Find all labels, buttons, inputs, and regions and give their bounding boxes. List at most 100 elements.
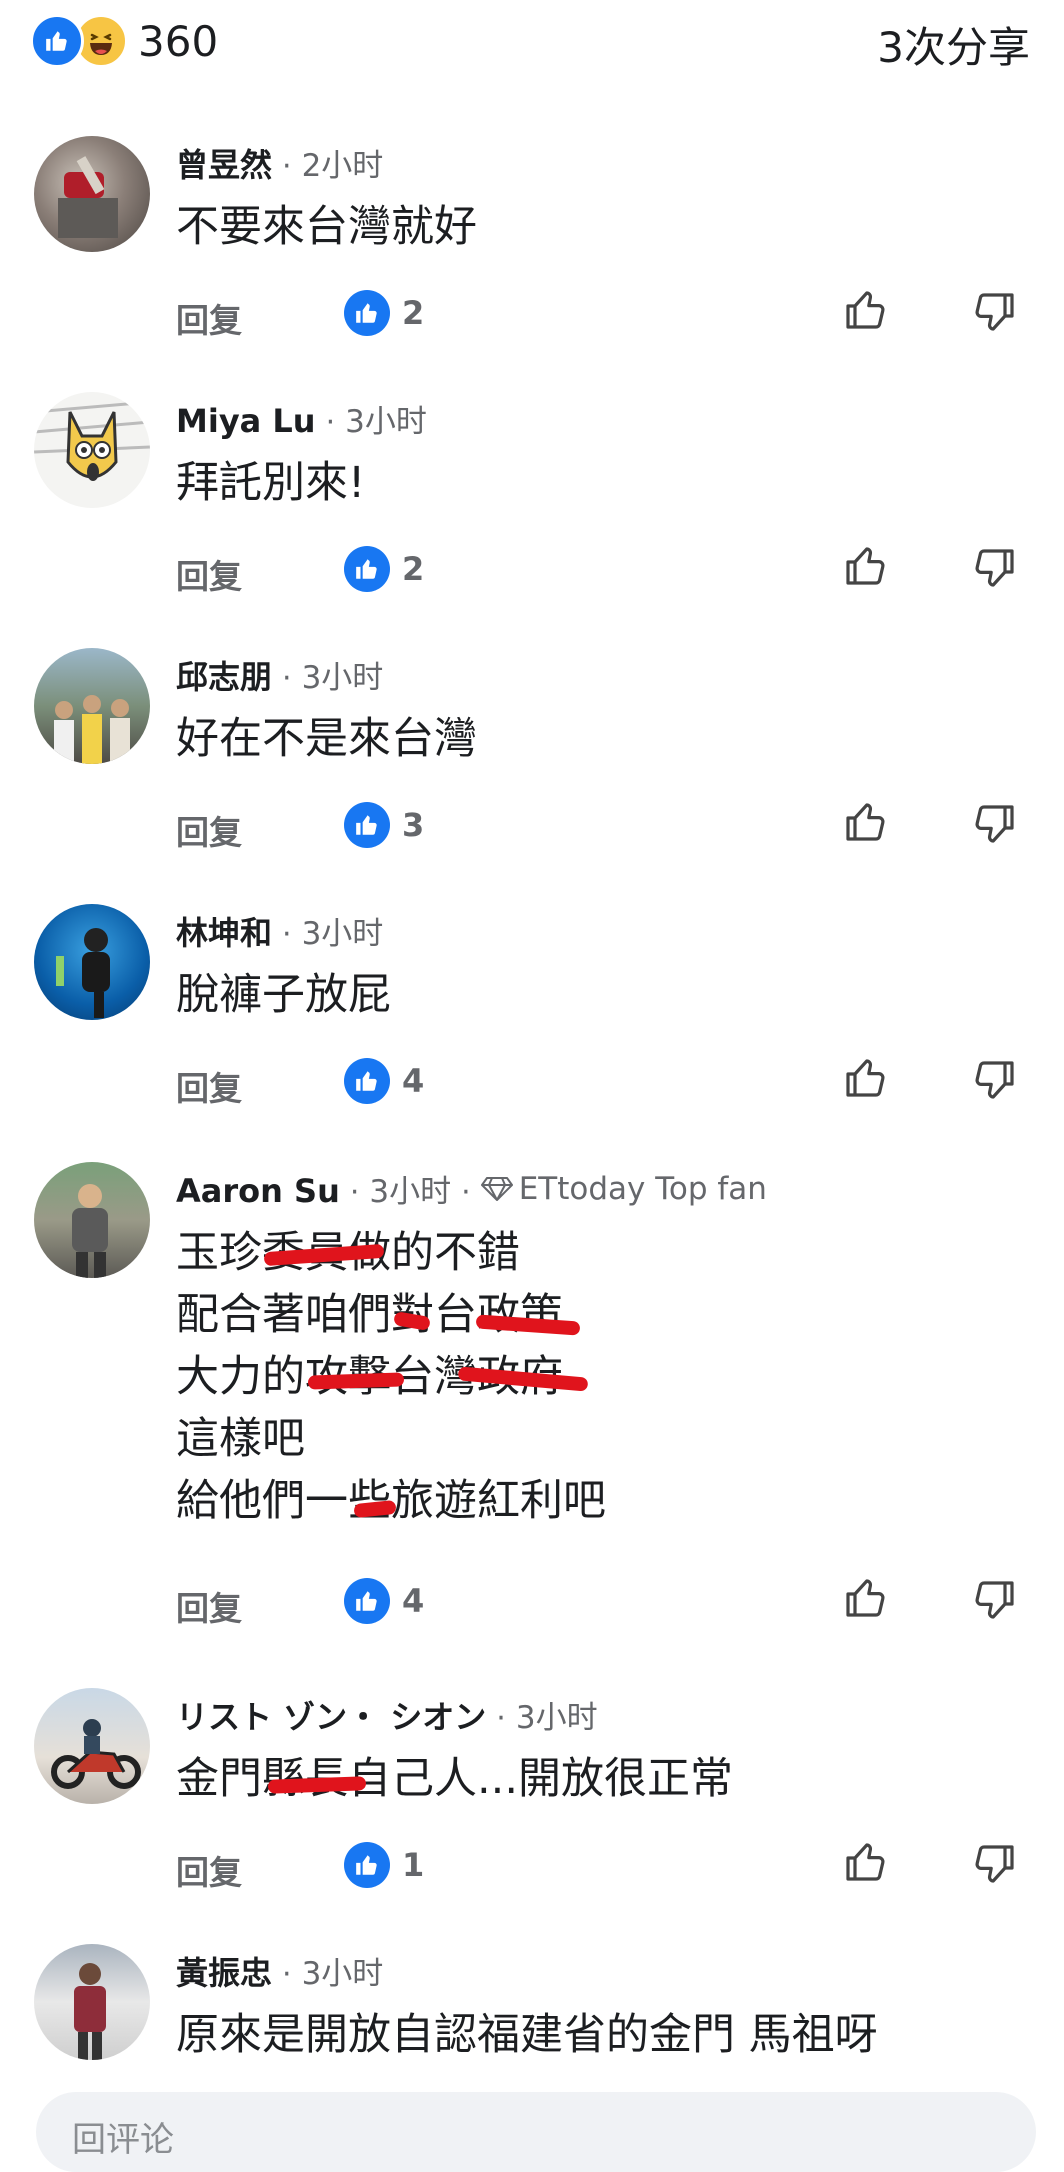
like-count-badge[interactable]: 4	[344, 1058, 424, 1104]
like-count: 1	[402, 1846, 425, 1884]
avatar[interactable]	[34, 1162, 150, 1278]
comment-actions: 回复 3	[0, 798, 1064, 854]
thumb-up-icon[interactable]	[842, 1838, 890, 1890]
separator-dot: ·	[496, 1701, 506, 1736]
like-count: 2	[402, 550, 425, 588]
separator-dot: ·	[349, 1175, 360, 1210]
thumb-down-icon[interactable]	[970, 1840, 1018, 1892]
thumb-down-icon[interactable]	[970, 544, 1018, 596]
comment-time[interactable]: 3小时	[302, 1948, 384, 1993]
comment-line-text: 金門縣長自己人...開放很正常	[176, 1754, 734, 1804]
comment-text: 玉珍委員做的不錯 配合著咱們對台政策 大力的攻擊台灣政府 這樣吧 給他們一些旅遊…	[176, 1222, 606, 1532]
thumb-up-icon[interactable]	[842, 1574, 890, 1626]
comment-line: 給他們一些旅遊紅利吧	[176, 1470, 606, 1532]
separator-dot: ·	[282, 149, 292, 184]
like-badge-icon	[344, 802, 390, 848]
comment-author[interactable]: Miya Lu	[176, 402, 316, 440]
reply-button[interactable]: 回复	[176, 1582, 242, 1630]
separator-dot: ·	[461, 1175, 471, 1210]
avatar[interactable]	[34, 1944, 150, 2060]
comment-text: 金門縣長自己人...開放很正常	[176, 1748, 733, 1810]
like-count-badge[interactable]: 1	[344, 1842, 424, 1888]
thumb-down-icon[interactable]	[970, 1056, 1018, 1108]
like-badge-icon	[344, 290, 390, 336]
comment-actions: 回复 4	[0, 1054, 1064, 1110]
comment-actions: 回复 2	[0, 542, 1064, 598]
comment-line: 好在不是來台灣	[176, 714, 477, 764]
reply-button[interactable]: 回复	[176, 550, 242, 598]
comment-text: 好在不是來台灣	[176, 708, 477, 770]
thumb-up-icon[interactable]	[842, 286, 890, 338]
separator-dot: ·	[282, 661, 292, 696]
like-badge-icon	[344, 1058, 390, 1104]
like-count-badge[interactable]: 2	[344, 290, 424, 336]
separator-dot: ·	[282, 917, 292, 952]
thumb-up-icon[interactable]	[842, 798, 890, 850]
comment-line: 玉珍委員做的不錯	[176, 1222, 606, 1284]
like-count: 2	[402, 294, 425, 332]
comment-time[interactable]: 3小时	[516, 1692, 598, 1737]
diamond-icon	[480, 1177, 513, 1201]
comment-actions: 回复 1	[0, 1838, 1064, 1894]
like-badge-icon	[344, 1578, 390, 1624]
comment-line: 金門縣長自己人...開放很正常	[176, 1748, 733, 1810]
comment-time[interactable]: 3小时	[345, 396, 427, 441]
comment-line: 配合著咱們對台政策	[176, 1284, 606, 1346]
like-count-badge[interactable]: 3	[344, 802, 424, 848]
comment-actions: 回复 2	[0, 286, 1064, 342]
comment-line: 大力的攻擊台灣政府	[176, 1346, 606, 1408]
like-count: 4	[402, 1062, 425, 1100]
avatar[interactable]	[34, 904, 150, 1020]
share-count[interactable]: 3次分享	[877, 14, 1030, 75]
comment-author[interactable]: 曾昱然	[176, 140, 272, 186]
avatar[interactable]	[34, 392, 150, 508]
reply-button[interactable]: 回复	[176, 1846, 242, 1894]
comment-author[interactable]: 邱志朋	[176, 652, 272, 698]
comment-text: 脫褲子放屁	[176, 964, 391, 1026]
reaction-summary-bar: 360 3次分享	[0, 0, 1064, 80]
comment-author[interactable]: 黃振忠	[176, 1948, 272, 1994]
comment-line: 不要來台灣就好	[176, 202, 477, 252]
comment-line-text: 配合著咱們對台政策	[176, 1290, 563, 1340]
separator-dot: ·	[325, 405, 336, 440]
comment-line: 這樣吧	[176, 1414, 305, 1464]
badge-label: ETtoday Top fan	[518, 1171, 767, 1207]
like-badge-icon	[344, 1842, 390, 1888]
like-count-badge[interactable]: 4	[344, 1578, 424, 1624]
comment-actions: 回复 4	[0, 1574, 1064, 1630]
comment-time[interactable]: 3小时	[369, 1166, 451, 1211]
thumb-down-icon[interactable]	[970, 800, 1018, 852]
avatar[interactable]	[34, 648, 150, 764]
like-count: 3	[402, 806, 425, 844]
comment-time[interactable]: 3小时	[302, 652, 384, 697]
reaction-count: 360	[138, 16, 219, 66]
reaction-summary[interactable]: 360	[30, 14, 218, 68]
like-reaction-icon	[30, 14, 84, 68]
comment-author[interactable]: リスト ゾン・ シオン	[176, 1692, 486, 1738]
comment-text: 拜託別來!	[176, 452, 365, 514]
comment-line: 拜託別來!	[176, 458, 366, 508]
comment-text: 不要來台灣就好	[176, 196, 477, 258]
top-fan-badge[interactable]: ETtoday Top fan	[480, 1171, 767, 1207]
thumb-up-icon[interactable]	[842, 542, 890, 594]
like-count-badge[interactable]: 2	[344, 546, 424, 592]
separator-dot: ·	[282, 1957, 292, 1992]
comment-text: 原來是開放自認福建省的金門 馬祖呀	[176, 2004, 878, 2066]
avatar[interactable]	[34, 136, 150, 252]
thumb-up-icon[interactable]	[842, 1054, 890, 1106]
like-count: 4	[402, 1582, 425, 1620]
comment-line: 脫褲子放屁	[176, 970, 391, 1020]
like-badge-icon	[344, 546, 390, 592]
comment-line: 原來是開放自認福建省的金門 馬祖呀	[176, 2010, 878, 2060]
reply-button[interactable]: 回复	[176, 1062, 242, 1110]
thumb-down-icon[interactable]	[970, 1576, 1018, 1628]
reply-button[interactable]: 回复	[176, 294, 242, 342]
reply-button[interactable]: 回复	[176, 806, 242, 854]
comment-author[interactable]: Aaron Su	[176, 1172, 340, 1210]
avatar[interactable]	[34, 1688, 150, 1804]
thumb-down-icon[interactable]	[970, 288, 1018, 340]
comment-time[interactable]: 3小时	[302, 908, 384, 953]
comment-author[interactable]: 林坤和	[176, 908, 272, 954]
comment-time[interactable]: 2小时	[302, 140, 384, 185]
comment-input[interactable]: 回评论	[36, 2092, 1036, 2172]
